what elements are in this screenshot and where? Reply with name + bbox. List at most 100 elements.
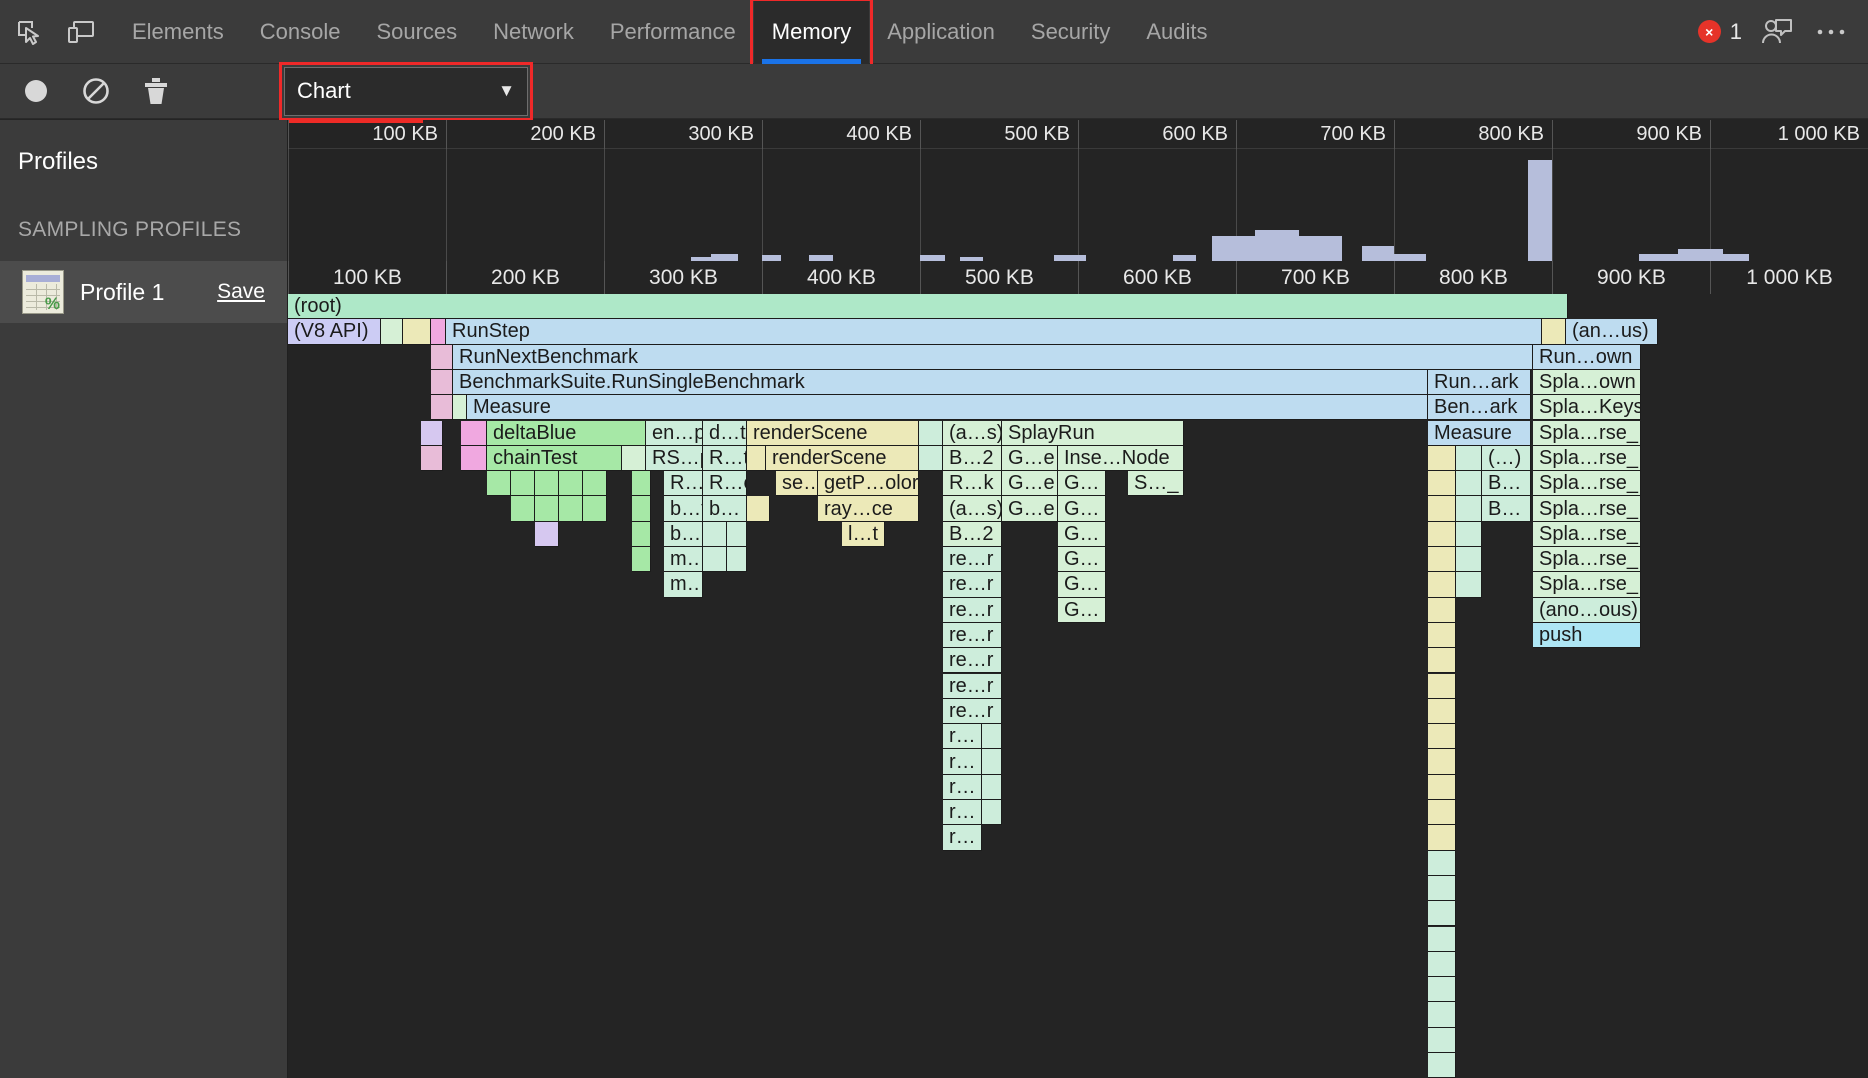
flame-bar[interactable]: re…r [943, 598, 1002, 623]
flame-bar-unlabeled[interactable] [431, 345, 453, 370]
flame-bar-unlabeled[interactable] [559, 496, 583, 521]
flame-bar-unlabeled[interactable] [403, 319, 431, 344]
error-badge[interactable]: × 1 [1698, 19, 1742, 45]
flame-bar[interactable]: d…t [703, 421, 747, 446]
flame-bar-unlabeled[interactable] [583, 496, 607, 521]
flame-bar-unlabeled[interactable] [982, 749, 1002, 774]
tab-memory[interactable]: Memory [754, 0, 869, 64]
flame-bar-unlabeled[interactable] [982, 800, 1002, 825]
tab-sources[interactable]: Sources [358, 0, 475, 64]
flame-bar[interactable]: b…t [664, 496, 703, 521]
flame-bar[interactable]: BenchmarkSuite.RunSingleBenchmark [453, 370, 1428, 395]
flame-bar-unlabeled[interactable] [421, 421, 443, 446]
flame-bar[interactable]: (an…us) [1566, 319, 1658, 344]
flame-bar[interactable]: Inse…Node [1058, 446, 1184, 471]
flame-bar[interactable]: Spla…rse_ [1533, 446, 1641, 471]
flame-bar[interactable]: Run…ark [1428, 370, 1531, 395]
flame-bar-unlabeled[interactable] [511, 471, 535, 496]
view-mode-select[interactable]: Chart ▼ [284, 67, 528, 116]
flame-bar[interactable]: renderScene [747, 421, 919, 446]
tab-application[interactable]: Application [869, 0, 1013, 64]
flame-bar-unlabeled[interactable] [1428, 471, 1456, 496]
person-feedback-icon[interactable] [1758, 13, 1796, 51]
flame-bar-unlabeled[interactable] [1428, 572, 1456, 597]
flame-bar-unlabeled[interactable] [1428, 927, 1456, 952]
flame-bar[interactable]: RunNextBenchmark [453, 345, 1533, 370]
flame-chart[interactable]: (root)(V8 API)RunStep(an…us)RunNextBench… [288, 294, 1868, 1078]
flame-bar[interactable]: r… [943, 775, 982, 800]
flame-bar[interactable]: renderScene [766, 446, 919, 471]
record-circle-icon[interactable] [18, 73, 54, 109]
flame-bar[interactable]: m… [664, 547, 703, 572]
flame-bar[interactable]: G… [1058, 496, 1106, 521]
flame-bar-unlabeled[interactable] [703, 522, 727, 547]
flame-bar[interactable]: R…e [703, 471, 747, 496]
tab-audits[interactable]: Audits [1128, 0, 1225, 64]
flame-bar-unlabeled[interactable] [461, 421, 487, 446]
flame-bar[interactable]: re…r [943, 572, 1002, 597]
flame-bar-unlabeled[interactable] [632, 522, 651, 547]
flame-bar[interactable]: (…) [1482, 446, 1531, 471]
flame-bar[interactable]: Measure [1428, 421, 1531, 446]
tab-performance[interactable]: Performance [592, 0, 754, 64]
flame-bar-unlabeled[interactable] [1428, 446, 1456, 471]
flame-bar[interactable]: r… [943, 749, 982, 774]
flame-bar[interactable]: G… [1058, 522, 1106, 547]
clear-icon[interactable] [78, 73, 114, 109]
flame-bar-unlabeled[interactable] [982, 775, 1002, 800]
flame-bar[interactable]: Spla…rse_ [1533, 547, 1641, 572]
flame-bar-unlabeled[interactable] [1428, 977, 1456, 1002]
flame-bar-unlabeled[interactable] [1428, 623, 1456, 648]
allocation-overview-chart[interactable] [288, 149, 1868, 261]
flame-bar-unlabeled[interactable] [1456, 522, 1482, 547]
flame-bar[interactable]: Spla…rse_ [1533, 522, 1641, 547]
flame-bar[interactable]: r… [943, 724, 982, 749]
flame-bar[interactable]: Spla…rse_ [1533, 471, 1641, 496]
flame-bar-unlabeled[interactable] [431, 319, 446, 344]
flame-bar-unlabeled[interactable] [747, 446, 766, 471]
flame-bar-unlabeled[interactable] [431, 395, 453, 420]
flame-bar[interactable]: Spla…own [1533, 370, 1641, 395]
flame-bar[interactable]: ray…ce [818, 496, 919, 521]
flame-bar[interactable]: deltaBlue [487, 421, 646, 446]
flame-bar-unlabeled[interactable] [381, 319, 403, 344]
flame-bar[interactable]: en…pt [646, 421, 703, 446]
flame-bar-unlabeled[interactable] [1428, 775, 1456, 800]
flame-bar[interactable]: B…2 [943, 522, 1002, 547]
flame-bar[interactable]: r… [943, 825, 982, 850]
flame-bar[interactable]: Spla…rse_ [1533, 572, 1641, 597]
flame-bar[interactable]: G… [1058, 598, 1106, 623]
flame-bar-unlabeled[interactable] [1456, 572, 1482, 597]
flame-bar-unlabeled[interactable] [1456, 496, 1482, 521]
flame-bar-unlabeled[interactable] [727, 522, 747, 547]
flame-bar-unlabeled[interactable] [1428, 547, 1456, 572]
flame-bar[interactable]: B… [1482, 496, 1531, 521]
flame-bar-unlabeled[interactable] [583, 471, 607, 496]
flame-bar-unlabeled[interactable] [511, 496, 535, 521]
flame-bar[interactable]: (a…s) [943, 421, 1002, 446]
flame-bar[interactable]: RS…pt [646, 446, 703, 471]
flame-bar-unlabeled[interactable] [1428, 851, 1456, 876]
flame-bar[interactable]: re…r [943, 699, 1002, 724]
flame-bar-unlabeled[interactable] [461, 446, 487, 471]
trash-icon[interactable] [138, 73, 174, 109]
flame-bar[interactable]: re…r [943, 674, 1002, 699]
flame-bar-unlabeled[interactable] [535, 471, 559, 496]
flame-bar[interactable]: B… [1482, 471, 1531, 496]
inspect-element-icon[interactable] [10, 13, 48, 51]
tab-network[interactable]: Network [475, 0, 592, 64]
flame-bar-unlabeled[interactable] [487, 471, 511, 496]
flame-bar[interactable]: SplayRun [1002, 421, 1184, 446]
flame-bar[interactable]: R… [664, 471, 703, 496]
flame-bar-unlabeled[interactable] [727, 547, 747, 572]
flame-bar-unlabeled[interactable] [421, 446, 443, 471]
flame-bar[interactable]: Spla…rse_ [1533, 421, 1641, 446]
flame-bar[interactable]: re…r [943, 648, 1002, 673]
flame-bar-unlabeled[interactable] [919, 421, 943, 446]
flame-bar[interactable]: G… [1058, 572, 1106, 597]
flame-bar[interactable]: R…t [703, 446, 747, 471]
flame-bar[interactable]: re…r [943, 623, 1002, 648]
flame-bar-unlabeled[interactable] [1428, 496, 1456, 521]
flame-bar[interactable]: G… [1058, 471, 1106, 496]
flame-bar-unlabeled[interactable] [1428, 1053, 1456, 1078]
